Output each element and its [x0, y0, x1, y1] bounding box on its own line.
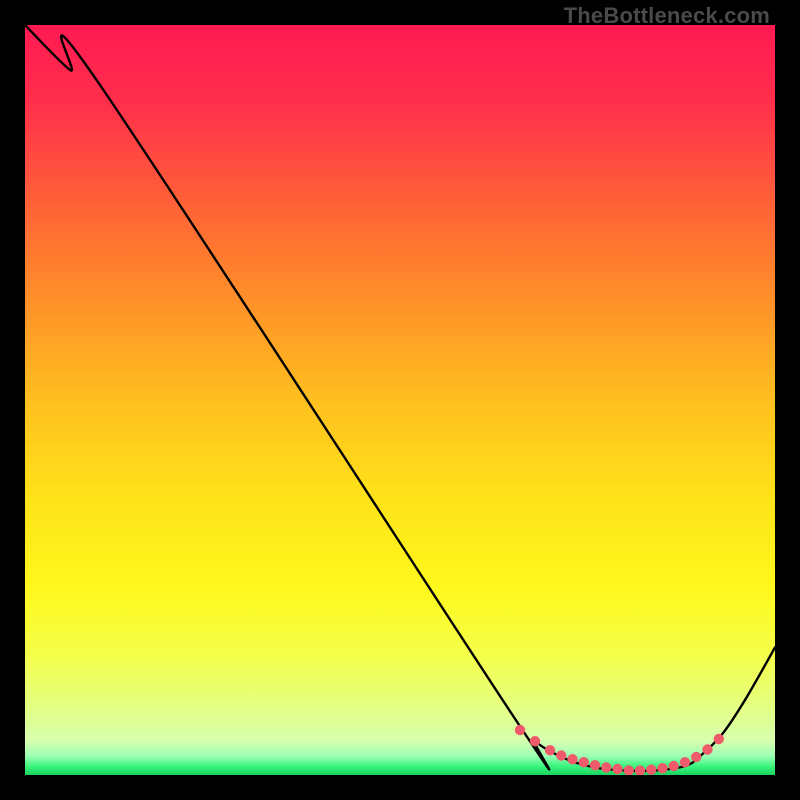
highlight-dot [657, 763, 667, 773]
gradient-background [25, 25, 775, 775]
bottleneck-chart [25, 25, 775, 775]
highlight-dot [612, 764, 622, 774]
highlight-dot [530, 736, 540, 746]
highlight-dot [669, 761, 679, 771]
highlight-dot [646, 765, 656, 775]
highlight-dot [590, 760, 600, 770]
highlight-dot [545, 745, 555, 755]
highlight-dot [556, 750, 566, 760]
highlight-dot [579, 757, 589, 767]
highlight-dot [714, 734, 724, 744]
chart-frame [25, 25, 775, 775]
highlight-dot [601, 762, 611, 772]
highlight-dot [691, 752, 701, 762]
highlight-dot [702, 744, 712, 754]
highlight-dot [680, 757, 690, 767]
highlight-dot [515, 725, 525, 735]
highlight-dot [567, 754, 577, 764]
